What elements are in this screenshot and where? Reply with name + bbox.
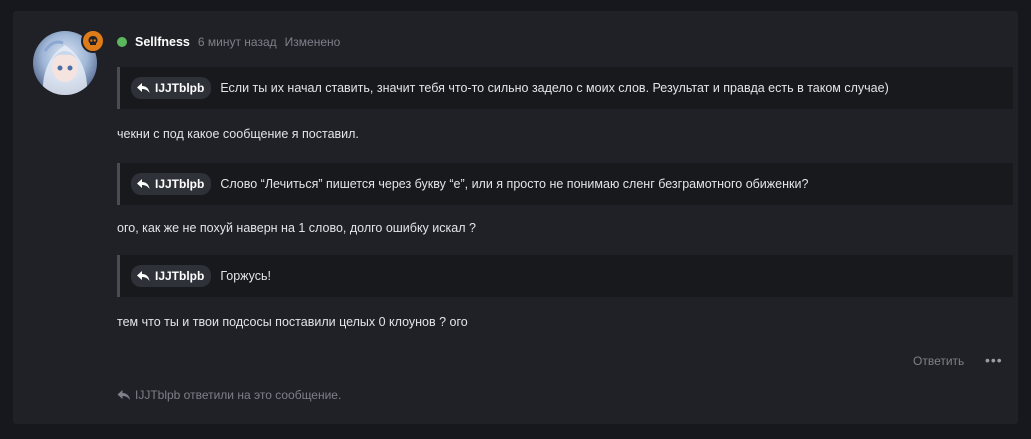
- quote-username: IJJTblpb: [155, 177, 205, 191]
- reply-arrow-icon: [137, 82, 150, 93]
- reply-arrow-icon: [117, 389, 130, 400]
- quote-user-chip[interactable]: IJJTblpb: [131, 265, 212, 287]
- reply-arrow-icon: [137, 270, 150, 281]
- quote-user-chip[interactable]: IJJTblpb: [131, 173, 212, 195]
- post-card: Sellfness 6 минут назад Изменено IJJTblp…: [13, 11, 1018, 424]
- online-status-icon: [117, 37, 127, 47]
- message-paragraph: чекни с под какое сообщение я поставил.: [117, 127, 359, 141]
- post-time[interactable]: 6 минут назад: [198, 35, 277, 49]
- quote-text: Горжусь!: [220, 269, 272, 283]
- more-options-icon[interactable]: •••: [985, 352, 1003, 368]
- quote-username: IJJTblpb: [155, 81, 205, 95]
- quote-block: IJJTblpb Горжусь!: [117, 255, 1013, 297]
- replies-note-text: IJJTblpb ответили на это сообщение.: [135, 388, 342, 402]
- edited-label[interactable]: Изменено: [285, 35, 341, 49]
- reply-arrow-icon: [137, 178, 150, 189]
- quote-user-chip[interactable]: IJJTblpb: [131, 77, 212, 99]
- message-paragraph: тем что ты и твои подсосы поставили целы…: [117, 315, 468, 329]
- quote-block: IJJTblpb Слово “Лечиться” пишется через …: [117, 163, 1013, 205]
- post-header: Sellfness 6 минут назад Изменено: [117, 35, 340, 49]
- replies-note[interactable]: IJJTblpb ответили на это сообщение.: [117, 388, 341, 402]
- message-paragraph: ого, как же не похуй наверн на 1 слово, …: [117, 221, 476, 235]
- quote-block: IJJTblpb Если ты их начал ставить, значи…: [117, 67, 1013, 109]
- author-name[interactable]: Sellfness: [135, 35, 190, 49]
- quote-text: Если ты их начал ставить, значит тебя чт…: [220, 81, 889, 95]
- reply-button[interactable]: Ответить: [913, 354, 964, 368]
- quote-text: Слово “Лечиться” пишется через букву “е”…: [220, 177, 809, 191]
- quote-username: IJJTblpb: [155, 269, 205, 283]
- skull-badge-icon: [81, 29, 105, 53]
- avatar[interactable]: [33, 29, 105, 95]
